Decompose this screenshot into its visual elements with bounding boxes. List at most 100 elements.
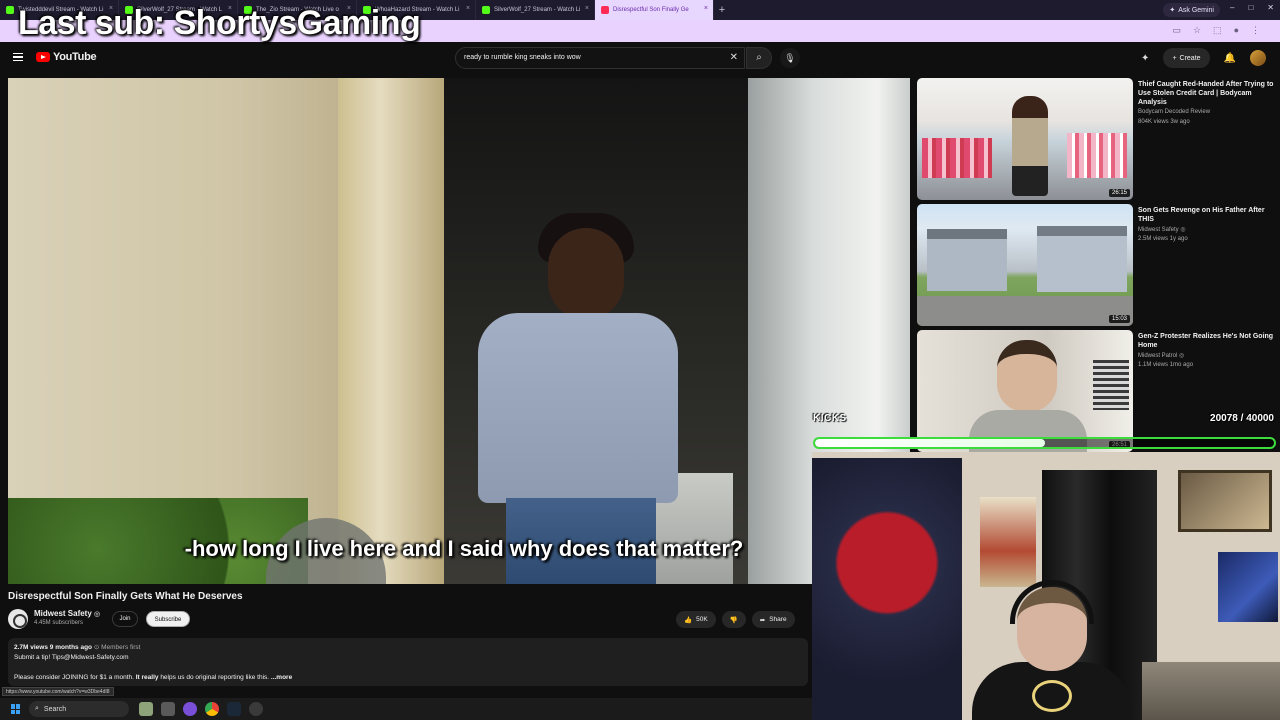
recommendation-item[interactable]: 26:15 Thief Caught Red-Handed After Tryi…: [917, 78, 1277, 200]
recommendation-title[interactable]: Thief Caught Red-Handed After Trying to …: [1138, 80, 1274, 107]
webcam-wall-poster: [980, 497, 1036, 587]
members-first-tag: ⊙ Members first: [93, 644, 141, 651]
chrome-icon[interactable]: [205, 702, 219, 716]
kick-favicon-icon: [6, 6, 14, 14]
tab-close-icon[interactable]: ×: [704, 5, 708, 12]
kicks-goal-progress-bar: [813, 437, 1276, 449]
search-query: ready to rumble king sneaks into wow: [464, 54, 581, 61]
share-label: Share: [769, 616, 787, 623]
tab-close-icon[interactable]: ×: [585, 5, 589, 12]
share-arrow-icon: ➦: [759, 616, 766, 624]
taskbar-apps: [139, 702, 263, 716]
recommendation-title[interactable]: Gen-Z Protester Realizes He's Not Going …: [1138, 332, 1274, 350]
recommendation-item[interactable]: 15:03 Son Gets Revenge on His Father Aft…: [917, 204, 1277, 326]
video-title: Disrespectful Son Finally Gets What He D…: [8, 591, 243, 602]
streamer-webcam: [812, 452, 1280, 720]
subscribe-button[interactable]: Subscribe: [146, 611, 190, 627]
microphone-icon: 🎙: [784, 53, 796, 63]
youtube-logo[interactable]: YouTube: [36, 51, 97, 63]
widgets-icon[interactable]: [139, 702, 153, 716]
browser-tab-active[interactable]: Disrespectful Son Finally Ge ×: [595, 0, 714, 20]
status-bar-url: https://www.youtube.com/watch?v=w3Dbe4dI…: [2, 687, 114, 696]
recommendation-thumbnail[interactable]: 26:51: [917, 330, 1133, 452]
thumb-person: [1012, 96, 1048, 196]
video-player[interactable]: -how long I live here and I said why doe…: [8, 78, 910, 584]
extensions-icon[interactable]: ⬚: [1213, 25, 1222, 36]
description-line-1: Submit a tip! Tips@Midwest-Safety.com: [14, 654, 129, 661]
recommendation-channel-name: Midwest Patrol: [1138, 353, 1178, 359]
youtube-play-icon: [36, 52, 50, 62]
recommendation-thumbnail[interactable]: 15:03: [917, 204, 1133, 326]
recommendation-thumbnail[interactable]: 26:15: [917, 78, 1133, 200]
kicks-goal-label: KICKS: [813, 413, 847, 424]
thumb-clothing-rack: [922, 138, 992, 178]
create-button[interactable]: + Create: [1163, 48, 1210, 68]
view-date-meta: 2.7M views 9 months ago: [14, 644, 93, 651]
thumb-person-head: [997, 340, 1057, 412]
video-frame-person-shirt: [478, 313, 678, 503]
windows-start-icon[interactable]: [11, 704, 21, 714]
channel-name[interactable]: Midwest Safety ◎: [34, 609, 100, 618]
notifications-bell-icon[interactable]: 🔔: [1224, 53, 1236, 64]
recommendation-meta: 2.5M views 1y ago: [1138, 236, 1188, 242]
ask-gemini-button[interactable]: ✦ Ask Gemini: [1163, 3, 1220, 17]
account-avatar[interactable]: [1250, 50, 1266, 66]
plus-icon: +: [1172, 54, 1177, 62]
recommendation-title[interactable]: Son Gets Revenge on His Father After THI…: [1138, 206, 1274, 224]
maximize-icon[interactable]: □: [1248, 3, 1253, 12]
recommendation-channel[interactable]: Midwest Patrol ◎: [1138, 352, 1184, 359]
dislike-button[interactable]: 👎: [721, 611, 746, 628]
steam-icon[interactable]: [227, 702, 241, 716]
youtube-header: YouTube ready to rumble king sneaks into…: [0, 42, 1280, 74]
kicks-goal-count: 20078 / 40000: [1210, 413, 1274, 424]
show-more-link[interactable]: ...more: [271, 674, 292, 681]
search-button[interactable]: ⌕: [746, 47, 772, 69]
tab-close-icon[interactable]: ×: [466, 5, 470, 12]
like-count: 50K: [696, 616, 708, 623]
recommendation-item[interactable]: 26:51 Gen-Z Protester Realizes He's Not …: [917, 330, 1277, 452]
join-button[interactable]: Join: [112, 611, 138, 627]
task-view-icon[interactable]: [161, 702, 175, 716]
webcam-wall-tapestry: [812, 458, 962, 720]
channel-avatar[interactable]: [8, 609, 28, 629]
voice-search-button[interactable]: 🎙: [780, 48, 800, 68]
share-button[interactable]: ➦ Share: [751, 611, 795, 628]
menu-dots-icon[interactable]: ⋮: [1251, 25, 1260, 36]
members-first-text: Members first: [101, 644, 141, 651]
youtube-favicon-icon: [601, 6, 609, 14]
clear-search-icon[interactable]: ✕: [730, 48, 738, 68]
hamburger-menu-icon[interactable]: [13, 53, 23, 61]
thumbs-up-icon: 👍: [684, 616, 693, 624]
screen: Twistedddevil Stream - Watch Li × SilverW…: [0, 0, 1280, 720]
search-input[interactable]: ready to rumble king sneaks into wow ✕: [455, 47, 745, 69]
obs-icon[interactable]: [249, 702, 263, 716]
install-app-icon[interactable]: ▭: [1172, 25, 1181, 36]
discord-icon[interactable]: [183, 702, 197, 716]
header-actions: ✦ + Create 🔔: [1141, 48, 1266, 68]
gemini-icon: ✦: [1169, 7, 1176, 14]
profile-icon[interactable]: ●: [1234, 25, 1239, 36]
video-frame-trim: [338, 78, 444, 584]
gemini-sparkle-icon[interactable]: ✦: [1141, 53, 1149, 64]
create-label: Create: [1179, 54, 1201, 62]
taskbar-search-label: Search: [43, 705, 67, 713]
description-line-2: Please consider JOINING for $1 a month. …: [14, 673, 802, 683]
webcam-bed: [1142, 662, 1280, 720]
like-button[interactable]: 👍 50K: [676, 611, 716, 628]
video-caption: -how long I live here and I said why doe…: [184, 536, 744, 561]
bookmark-star-icon[interactable]: ☆: [1193, 25, 1201, 36]
window-close-icon[interactable]: ✕: [1267, 3, 1274, 12]
video-description[interactable]: 2.7M views 9 months ago ⊙ Members first …: [8, 638, 808, 686]
recommendation-channel[interactable]: Bodycam Decoded Review: [1138, 109, 1210, 115]
taskbar-search[interactable]: ⌕ Search: [29, 701, 129, 717]
subscriber-count: 4.45M subscribers: [34, 620, 84, 626]
thumb-window-blinds: [1093, 360, 1129, 410]
last-sub-banner: Last sub: ShortysGaming: [18, 4, 421, 42]
new-tab-button[interactable]: +: [714, 4, 730, 16]
duration-badge: 15:03: [1108, 315, 1130, 323]
browser-tab[interactable]: SilverWolf_27 Stream - Watch Li ×: [476, 0, 595, 20]
minimize-icon[interactable]: –: [1230, 3, 1234, 12]
description-line-2-pre: Please consider JOINING for $1 a month.: [14, 674, 136, 681]
recommendation-channel[interactable]: Midwest Safety ◎: [1138, 226, 1186, 233]
kicks-goal-progress-fill: [815, 439, 1046, 447]
